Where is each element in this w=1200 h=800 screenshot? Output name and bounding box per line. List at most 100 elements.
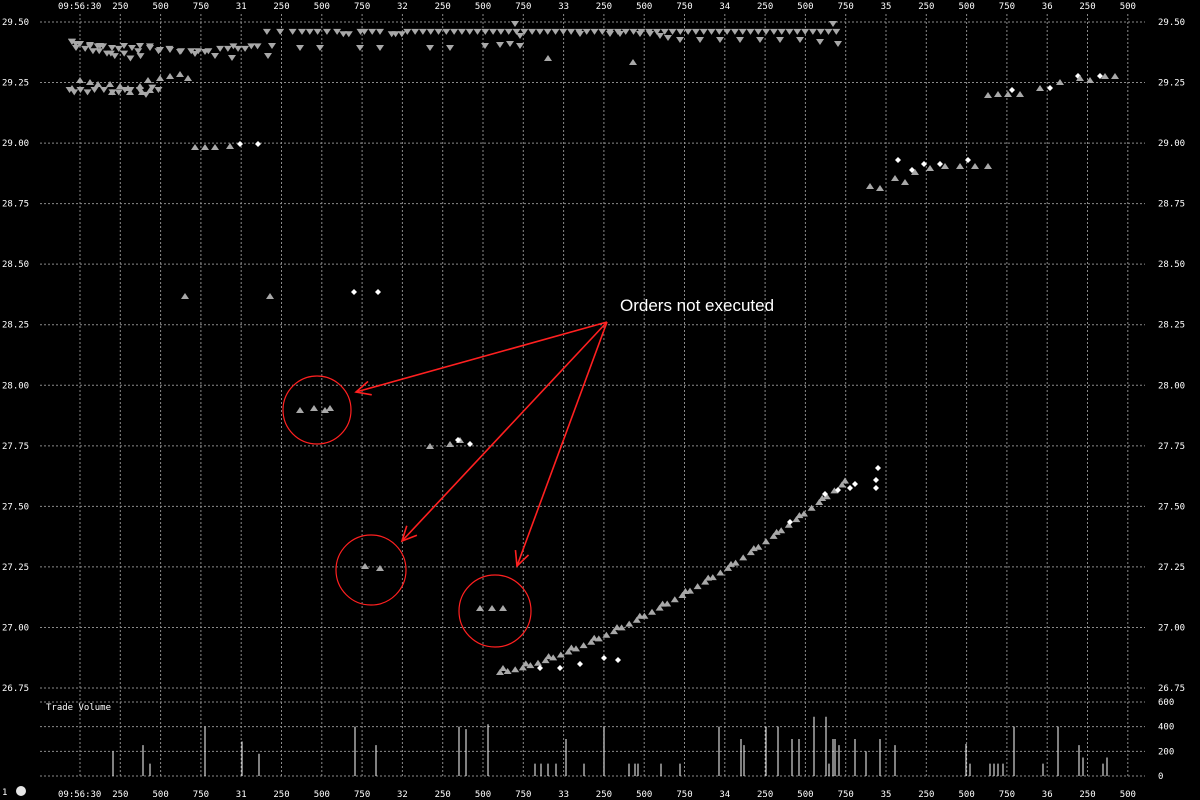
order-marker (72, 45, 80, 51)
x-tick-label-top: 500 (636, 2, 652, 12)
order-marker (676, 28, 685, 35)
order-marker (262, 28, 271, 35)
order-marker (1036, 85, 1044, 91)
order-marker (473, 28, 482, 35)
order-marker (866, 183, 874, 189)
order-marker (450, 28, 459, 35)
order-marker (191, 144, 199, 150)
x-tick-label-bottom: 750 (838, 790, 854, 800)
order-marker (181, 293, 189, 299)
order-marker (598, 28, 607, 35)
circle-icon (16, 786, 26, 796)
y-tick-label-right: 27.25 (1158, 563, 1185, 573)
order-marker (241, 45, 250, 52)
x-tick-label-bottom: 36 (1042, 790, 1053, 800)
y-tick-label-right: 26.75 (1158, 684, 1185, 694)
order-marker (625, 620, 634, 627)
trade-marker (601, 655, 607, 661)
order-marker (426, 45, 434, 51)
x-tick-label-top: 250 (757, 2, 773, 12)
x-tick-label-top: 34 (719, 2, 730, 12)
order-marker (832, 28, 841, 35)
order-marker (316, 45, 324, 51)
y-tick-label-left: 29.00 (2, 139, 29, 149)
x-tick-label-top: 500 (959, 2, 975, 12)
order-marker (136, 83, 144, 89)
order-marker (356, 45, 364, 51)
x-tick-label-bottom: 500 (959, 790, 975, 800)
y-tick-label-right: 29.25 (1158, 79, 1185, 89)
y-tick-label-right: 28.25 (1158, 321, 1185, 331)
order-marker (800, 510, 808, 517)
volume-y-tick-label: 200 (1158, 747, 1174, 757)
order-marker (1004, 91, 1012, 97)
order-marker (76, 77, 84, 83)
trade-marker (351, 289, 357, 295)
y-tick-label-right: 28.00 (1158, 381, 1185, 391)
order-marker (397, 31, 406, 38)
y-tick-label-left: 27.25 (2, 563, 29, 573)
order-marker (616, 31, 624, 37)
order-marker (326, 405, 334, 411)
x-tick-label-bottom: 31 (236, 790, 247, 800)
order-marker (816, 28, 825, 35)
order-marker (114, 89, 123, 96)
x-tick-label-bottom: 500 (1120, 790, 1136, 800)
trade-marker (1047, 85, 1053, 91)
order-marker (144, 77, 152, 83)
grid-lines (40, 14, 1145, 777)
order-marker (730, 28, 739, 35)
x-tick-label-top: 500 (314, 2, 330, 12)
x-tick-label-top: 500 (797, 2, 813, 12)
x-tick-label-bottom: 250 (273, 790, 289, 800)
order-marker (81, 45, 90, 52)
order-marker (926, 165, 934, 171)
order-marker (310, 405, 318, 411)
trade-marker (255, 141, 261, 147)
order-marker (629, 59, 637, 65)
x-tick-label-top: 750 (676, 2, 692, 12)
order-marker (656, 33, 664, 39)
order-marker (108, 45, 116, 51)
x-tick-label-bottom: 500 (314, 790, 330, 800)
x-tick-label-top: 750 (838, 2, 854, 12)
order-marker (796, 37, 804, 43)
order-marker (368, 28, 377, 35)
y-tick-label-left: 27.75 (2, 442, 29, 452)
order-marker (411, 28, 420, 35)
annotation-arrow (516, 321, 608, 567)
x-tick-label-top: 250 (273, 2, 289, 12)
order-marker (489, 28, 498, 35)
order-marker (83, 89, 92, 96)
order-marker (829, 21, 837, 27)
order-marker (1016, 91, 1024, 97)
x-tick-label-bottom: 500 (797, 790, 813, 800)
order-marker (322, 28, 331, 35)
order-marker (777, 527, 786, 534)
order-marker (582, 28, 591, 35)
order-marker (442, 28, 451, 35)
x-tick-label-bottom: 500 (153, 790, 169, 800)
order-marker (756, 37, 764, 43)
order-marker (95, 48, 104, 55)
order-marker (731, 559, 740, 566)
order-marker (496, 42, 504, 48)
order-marker (793, 28, 802, 35)
order-marker (201, 144, 209, 150)
order-marker (344, 31, 353, 38)
x-tick-label-bottom: 500 (636, 790, 652, 800)
x-tick-label-top: 31 (236, 2, 247, 12)
y-tick-label-left: 26.75 (2, 684, 29, 694)
order-marker (496, 28, 505, 35)
order-marker (754, 543, 763, 550)
order-marker (305, 28, 314, 35)
order-marker (211, 144, 219, 150)
y-tick-label-right: 27.00 (1158, 623, 1185, 633)
order-marker (86, 79, 94, 85)
order-marker (264, 53, 272, 59)
trade-marker (615, 657, 621, 663)
order-marker (646, 31, 654, 37)
order-marker (693, 583, 702, 590)
order-marker (211, 53, 219, 59)
order-marker (136, 53, 145, 60)
